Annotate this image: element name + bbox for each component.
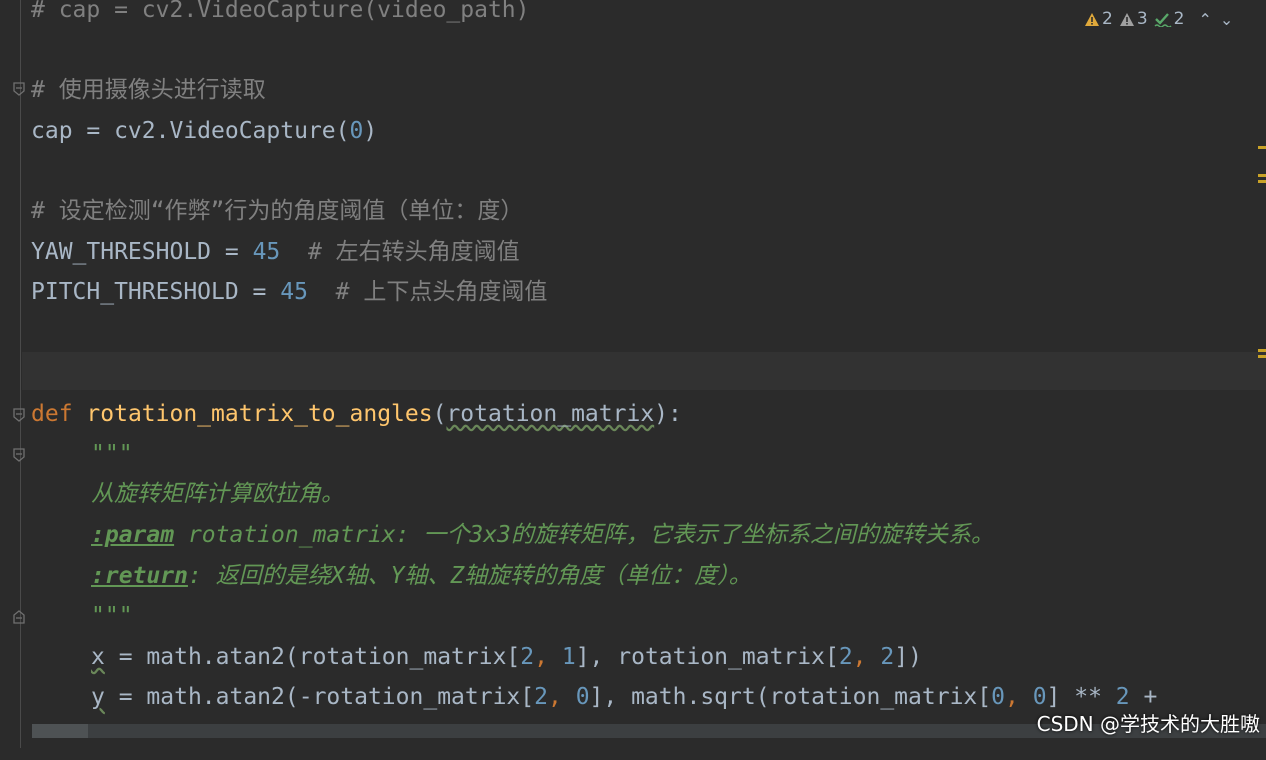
code-text: ): xyxy=(654,401,682,427)
code-text: , xyxy=(1004,684,1033,710)
comment-text: # 上下点头角度阈值 xyxy=(307,279,548,305)
code-text: = math.atan2(-rotation_matrix[ xyxy=(104,684,535,710)
code-text: , xyxy=(852,644,881,670)
code-text: , xyxy=(534,644,562,670)
typos-count: 2 xyxy=(1173,9,1185,29)
warning-icon xyxy=(1085,12,1099,26)
chevron-down-icon[interactable]: ⌄ xyxy=(1220,10,1233,29)
doc-text: rotation_matrix: 一个3x3的旋转矩阵，它表示了坐标系之间的旋转… xyxy=(174,522,994,548)
code-line-1[interactable]: # cap = cv2.VideoCapture(video_path) xyxy=(31,0,530,30)
watermark: CSDN @学技术的大胜嗷 xyxy=(1036,712,1260,736)
number-literal: 2 xyxy=(880,644,895,670)
docstring-param[interactable]: :param rotation_matrix: 一个3x3的旋转矩阵，它表示了坐… xyxy=(91,515,994,555)
typos-indicator[interactable]: 2 xyxy=(1154,9,1185,29)
code-line-6[interactable]: PITCH_THRESHOLD = 45 # 上下点头角度阈值 xyxy=(31,272,547,312)
weak-warning-icon xyxy=(1119,12,1134,26)
doc-tag: :return xyxy=(91,563,188,589)
code-text: ] ** xyxy=(1046,684,1116,710)
code-editor[interactable]: # cap = cv2.VideoCapture(video_path) # 使… xyxy=(0,0,1266,748)
code-text: ) xyxy=(363,118,378,144)
weak-warnings-indicator[interactable]: 3 xyxy=(1119,9,1148,29)
stripe-mark[interactable] xyxy=(1258,180,1266,183)
number-literal: 2 xyxy=(838,644,853,670)
function-name: rotation_matrix_to_angles xyxy=(86,401,433,427)
code-line-y[interactable]: y = math.atan2(-rotation_matrix[2, 0], m… xyxy=(91,677,1157,717)
code-text: ( xyxy=(432,401,447,427)
doc-tag: :param xyxy=(91,522,175,548)
docstring-return[interactable]: :return: 返回的是绕X轴、Y轴、Z轴旋转的角度（单位：度）。 xyxy=(91,556,752,596)
keyword-def: def xyxy=(31,401,73,427)
code-line-x[interactable]: x = math.atan2(rotation_matrix[2, 1], ro… xyxy=(91,637,922,677)
scrollbar-thumb[interactable] xyxy=(32,724,88,738)
stripe-mark[interactable] xyxy=(1258,146,1266,149)
inspection-widget[interactable]: 2 3 2 ⌃ ⌄ xyxy=(1084,6,1233,32)
code-line-def[interactable]: def rotation_matrix_to_angles(rotation_m… xyxy=(31,394,682,434)
number-literal: 45 xyxy=(252,239,281,265)
number-literal: 45 xyxy=(280,279,308,305)
variable-name: y xyxy=(91,684,105,710)
code-text: ]) xyxy=(894,644,922,670)
code-text: YAW_THRESHOLD = xyxy=(31,239,253,265)
docstring-close[interactable]: """ xyxy=(91,596,133,636)
number-literal: 2 xyxy=(534,684,548,710)
code-line-3[interactable]: cap = cv2.VideoCapture(0) xyxy=(31,111,377,151)
stripe-mark[interactable] xyxy=(1258,355,1266,358)
number-literal: 0 xyxy=(991,684,1005,710)
code-text: , xyxy=(547,684,576,710)
code-line-4[interactable]: # 设定检测“作弊”行为的角度阈值（单位：度） xyxy=(31,191,523,231)
code-text: + xyxy=(1129,684,1158,710)
stripe-mark[interactable] xyxy=(1258,174,1266,177)
number-literal: 2 xyxy=(1115,684,1130,710)
warnings-indicator[interactable]: 2 xyxy=(1084,9,1113,29)
docstring-open[interactable]: """ xyxy=(91,434,133,474)
number-literal: 1 xyxy=(561,644,576,670)
number-literal: 0 xyxy=(349,118,364,144)
docstring-summary[interactable]: 从旋转矩阵计算欧拉角。 xyxy=(91,474,344,514)
variable-name: x xyxy=(91,644,105,670)
warnings-count: 2 xyxy=(1102,9,1113,29)
code-text: ], rotation_matrix[ xyxy=(575,644,839,670)
stripe-mark[interactable] xyxy=(1258,349,1266,352)
number-literal: 2 xyxy=(520,644,535,670)
code-text: PITCH_THRESHOLD = xyxy=(31,279,281,305)
code-text: ], math.sqrt(rotation_matrix[ xyxy=(589,684,992,710)
parameter-name: rotation_matrix xyxy=(446,401,655,427)
code-line-2[interactable]: # 使用摄像头进行读取 xyxy=(31,70,266,110)
code-text: cap = cv2.VideoCapture( xyxy=(31,118,350,144)
code-text: = math.atan2(rotation_matrix[ xyxy=(104,644,521,670)
weak-warnings-count: 3 xyxy=(1136,9,1148,29)
number-literal: 0 xyxy=(575,684,590,710)
doc-text: : 返回的是绕X轴、Y轴、Z轴旋转的角度（单位：度）。 xyxy=(187,563,752,589)
comment-text: # 左右转头角度阈值 xyxy=(280,239,520,265)
code-line-5[interactable]: YAW_THRESHOLD = 45 # 左右转头角度阈值 xyxy=(31,232,520,272)
typo-check-icon xyxy=(1154,12,1172,27)
chevron-up-icon[interactable]: ⌃ xyxy=(1198,10,1211,29)
number-literal: 0 xyxy=(1032,684,1047,710)
